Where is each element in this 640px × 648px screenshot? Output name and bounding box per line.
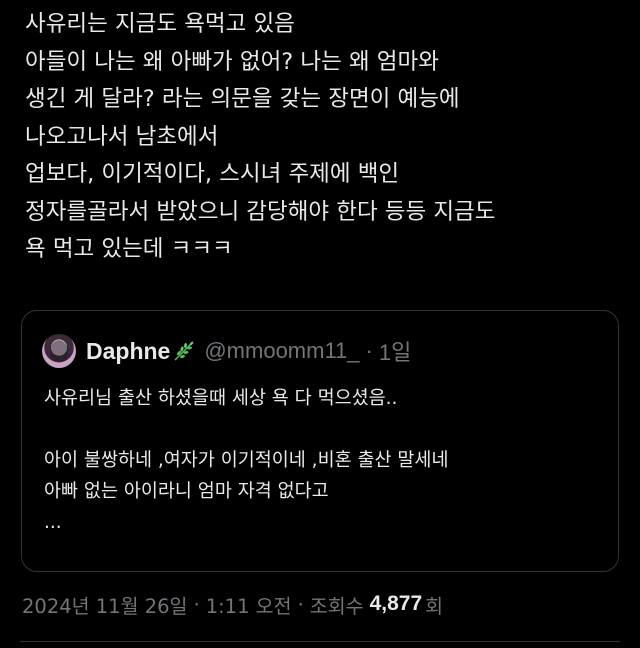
separator-dot: · [193, 592, 200, 616]
divider [20, 641, 620, 642]
quoted-text-line: 아이 불쌍하네 ,여자가 이기적이네 ,비혼 출산 말세네 [44, 450, 449, 471]
views-count[interactable]: 4,877 [370, 592, 423, 616]
separator-dot: · [297, 592, 304, 616]
tweet-meta: 2024년 11월 26일 · 1:11 오전 · 조회수 4,877 회 [22, 588, 443, 620]
tweet-text-line: 나오고나서 남초에서 [25, 123, 219, 150]
avatar[interactable] [42, 334, 76, 368]
tweet-text-line: 아들이 나는 왜 아빠가 없어? 나는 왜 엄마와 [25, 48, 439, 75]
quoted-text-line: ... [44, 512, 62, 533]
quoted-author-name[interactable]: Daphne [86, 338, 170, 365]
quoted-tweet-header: Daphne @mmoomm11_ · 1일 [42, 333, 411, 369]
quoted-tweet-text: 사유리님 출산 하셨을때 세상 욕 다 먹으셨음.. 아이 불쌍하네 ,여자가 … [44, 383, 604, 538]
tweet-text-line: 생긴 게 달라? 라는 의문을 갖는 장면이 예능에 [25, 86, 460, 112]
tweet-text-line: 정자를골라서 받았으니 감당해야 한다 등등 지금도 [25, 198, 496, 225]
tweet-time[interactable]: 1:11 오전 [206, 590, 292, 619]
tweet-text: 사유리는 지금도 욕먹고 있음 아들이 나는 왜 아빠가 없어? 나는 왜 엄마… [25, 6, 625, 269]
quoted-tweet-card[interactable]: Daphne @mmoomm11_ · 1일 사유리님 출산 하셨을때 세상 욕… [21, 310, 619, 572]
quoted-author-handle[interactable]: @mmoomm11_ [204, 338, 359, 364]
separator-dot: · [365, 338, 373, 363]
quoted-text-line [44, 414, 604, 445]
tweet-text-line: 욕 먹고 있는데 ㅋㅋㅋ [25, 236, 233, 262]
views-label: 조회수 [309, 594, 364, 618]
tweet-text-line: 업보다, 이기적이다, 스시녀 주제에 백인 [25, 161, 400, 187]
quoted-text-line: 아빠 없는 아이라니 엄마 자격 없다고 [44, 481, 329, 502]
quoted-tweet-timestamp[interactable]: 1일 [379, 335, 411, 367]
tweet-text-line: 사유리는 지금도 욕먹고 있음 [25, 11, 295, 37]
tweet-date[interactable]: 2024년 11월 26일 [22, 590, 187, 619]
views-unit: 회 [425, 594, 444, 618]
herb-leaf-icon [174, 341, 194, 361]
quoted-text-line: 사유리님 출산 하셨을때 세상 욕 다 먹으셨음.. [44, 388, 398, 409]
